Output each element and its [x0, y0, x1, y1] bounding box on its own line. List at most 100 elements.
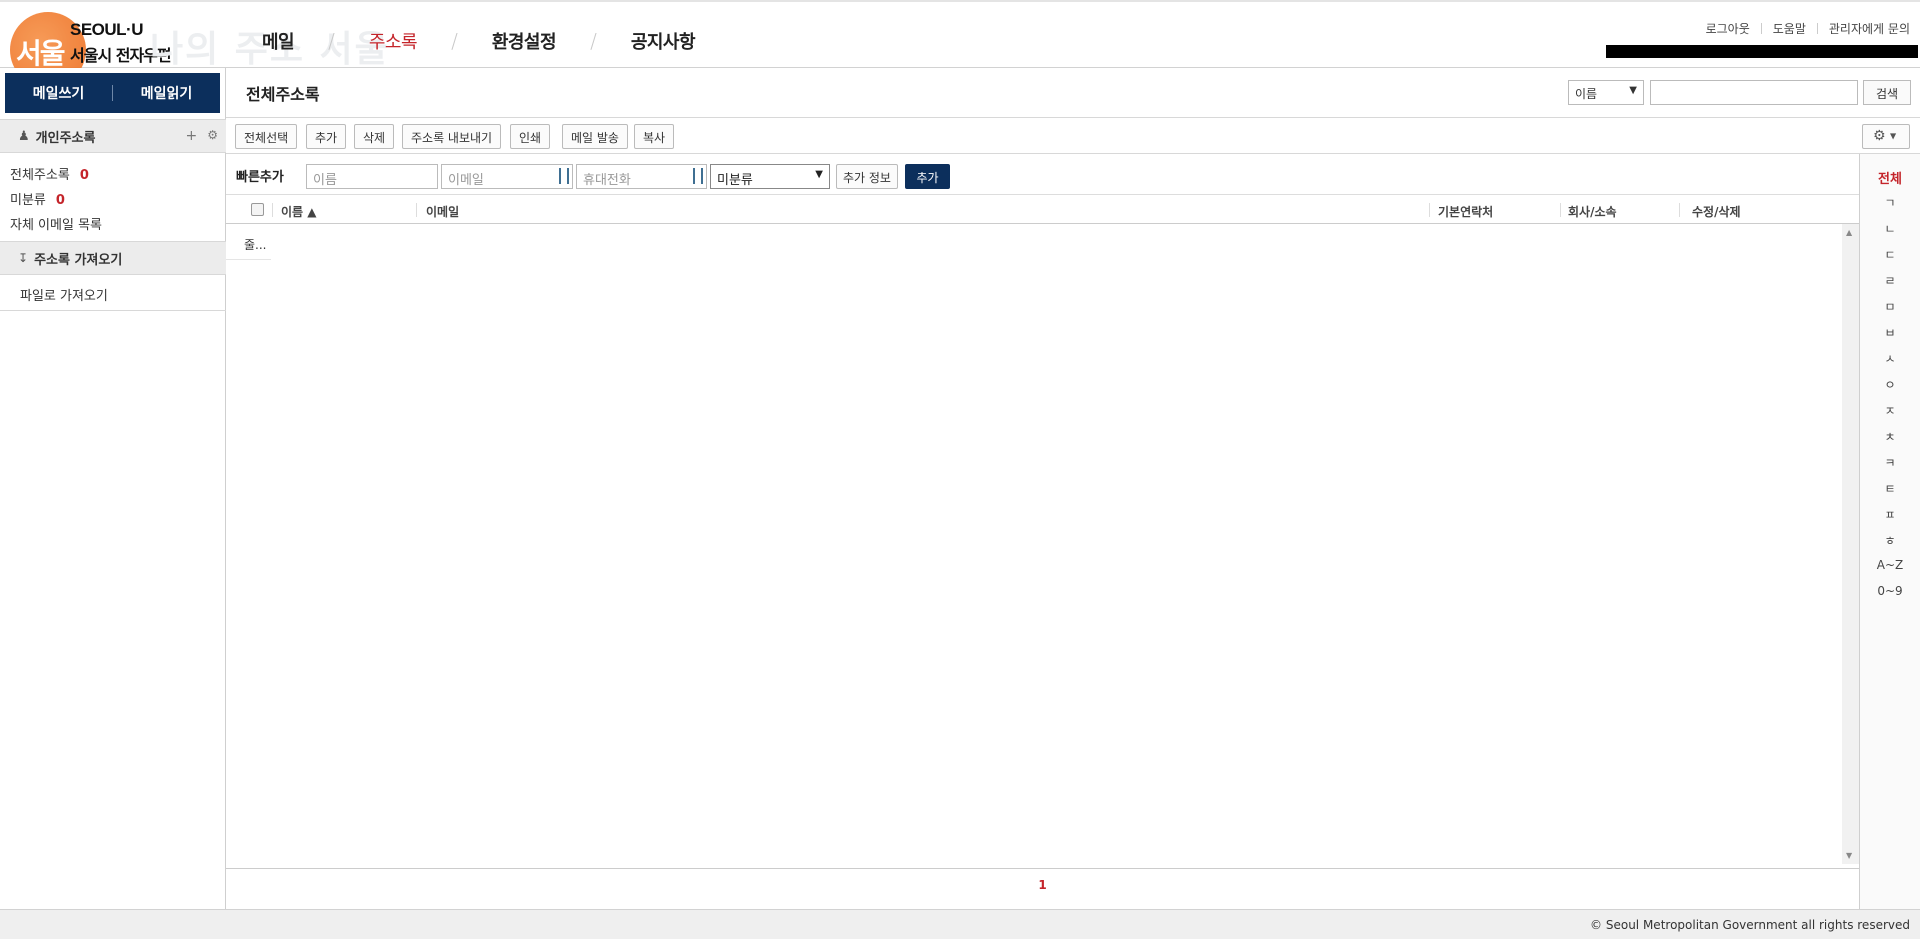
- select-all-checkbox[interactable]: [251, 203, 264, 216]
- quick-add-email-field[interactable]: 이메일: [441, 164, 573, 189]
- caret-down-icon: ▼: [815, 169, 823, 180]
- delete-button[interactable]: 삭제: [354, 124, 395, 149]
- logo-subtitle: 서울시 전자우편: [70, 46, 172, 65]
- column-name[interactable]: 이름 ▲: [281, 203, 317, 220]
- divider: [1816, 23, 1818, 34]
- picker-icon[interactable]: [693, 168, 703, 184]
- logout-link[interactable]: 로그아웃: [1706, 20, 1750, 37]
- column-company[interactable]: 회사/소속: [1568, 203, 1617, 220]
- column-edit: 수정/삭제: [1692, 205, 1741, 219]
- nav-mail[interactable]: 메일: [262, 28, 295, 54]
- main-content: 전체주소록 이름 ▼ 검색 전체선택 추가 삭제 주소록 내보내기 인쇄 메일 …: [226, 68, 1920, 909]
- scroll-up-icon[interactable]: ▲: [1846, 228, 1852, 237]
- write-mail-button[interactable]: 메일쓰기: [5, 83, 112, 103]
- divider: [226, 259, 271, 260]
- quick-add-label: 빠른추가: [236, 170, 284, 185]
- alphabet-index: 전체 ㄱ ㄴ ㄷ ㄹ ㅁ ㅂ ㅅ ㅇ ㅈ ㅊ ㅋ ㅌ ㅍ ㅎ A~Z 0~9: [1859, 154, 1920, 909]
- index-item[interactable]: ㅅ: [1860, 350, 1920, 367]
- index-item[interactable]: ㄱ: [1860, 194, 1920, 211]
- seoul-logo[interactable]: 서울 SEOUL·U 서울시 전자우편: [8, 12, 188, 88]
- help-link[interactable]: 도움말: [1773, 20, 1806, 37]
- scroll-down-icon[interactable]: ▼: [1846, 851, 1852, 860]
- send-mail-button[interactable]: 메일 발송: [562, 124, 628, 149]
- loading-indicator: 줄...: [244, 238, 267, 252]
- gear-icon[interactable]: ⚙: [207, 128, 218, 144]
- index-item[interactable]: ㅎ: [1860, 532, 1920, 549]
- index-item[interactable]: ㅇ: [1860, 376, 1920, 393]
- quick-add-group-select[interactable]: 미분류 ▼: [710, 164, 830, 189]
- nav-separator: /: [451, 29, 458, 53]
- contacts-table-header: 이름 ▲ 이메일 기본연락처 회사/소속 수정/삭제: [226, 194, 1859, 224]
- picker-icon[interactable]: [559, 168, 569, 184]
- quick-add-phone-field[interactable]: 휴대전화: [576, 164, 707, 189]
- index-item[interactable]: ㅌ: [1860, 480, 1920, 497]
- index-item[interactable]: ㅍ: [1860, 506, 1920, 523]
- print-button[interactable]: 인쇄: [510, 124, 551, 149]
- read-mail-button[interactable]: 메일읽기: [113, 83, 220, 103]
- nav-settings[interactable]: 환경설정: [492, 28, 557, 54]
- global-nav: 메일 / 주소록 / 환경설정 / 공지사항: [262, 28, 696, 54]
- count-badge: 0: [79, 168, 89, 183]
- more-info-button[interactable]: 추가 정보: [836, 164, 898, 189]
- page-number-current[interactable]: 1: [1038, 878, 1046, 892]
- caret-down-icon: ▼: [1629, 85, 1637, 96]
- caret-down-icon: ▼: [1890, 131, 1897, 141]
- divider: [0, 310, 226, 311]
- index-item[interactable]: ㄷ: [1860, 246, 1920, 263]
- index-item[interactable]: ㅂ: [1860, 324, 1920, 341]
- export-button[interactable]: 주소록 내보내기: [402, 124, 502, 149]
- divider: [1760, 23, 1762, 34]
- contact-admin-link[interactable]: 관리자에게 문의: [1829, 20, 1910, 37]
- select-all-button[interactable]: 전체선택: [235, 124, 298, 149]
- people-icon: ♟: [18, 128, 30, 144]
- nav-separator: /: [328, 29, 335, 53]
- search-input[interactable]: [1650, 80, 1858, 105]
- settings-dropdown-button[interactable]: ⚙ ▼: [1862, 124, 1910, 149]
- logo-wordmark: SEOUL·U: [70, 20, 144, 39]
- gear-icon: ⚙: [1873, 128, 1886, 144]
- sidebar-item-self-email-list[interactable]: 자체 이메일 목록: [10, 214, 102, 233]
- column-divider: [1560, 203, 1561, 217]
- footer: © Seoul Metropolitan Government all righ…: [0, 909, 1920, 939]
- search-button[interactable]: 검색: [1863, 80, 1911, 105]
- import-addressbook-title: 주소록 가져오기: [34, 252, 123, 268]
- index-item[interactable]: ㄴ: [1860, 220, 1920, 237]
- personal-addressbook-title: 개인주소록: [35, 130, 96, 146]
- index-item[interactable]: A~Z: [1860, 558, 1920, 572]
- index-all[interactable]: 전체: [1860, 168, 1920, 187]
- import-addressbook-header[interactable]: ↧ 주소록 가져오기: [0, 241, 226, 275]
- action-toolbar: 전체선택 추가 삭제 주소록 내보내기 인쇄 메일 발송 복사 ⚙ ▼: [226, 118, 1920, 154]
- index-item[interactable]: 0~9: [1860, 584, 1920, 598]
- vertical-scrollbar[interactable]: ▲ ▼: [1842, 224, 1859, 864]
- mail-buttons: 메일쓰기 메일읽기: [5, 73, 220, 113]
- import-from-file-link[interactable]: 파일로 가져오기: [20, 285, 108, 304]
- sidebar-item-all[interactable]: 전체주소록 0: [10, 164, 89, 183]
- nav-separator: /: [590, 29, 597, 53]
- column-divider: [1679, 203, 1680, 217]
- add-group-icon[interactable]: +: [186, 128, 198, 144]
- index-item[interactable]: ㅊ: [1860, 428, 1920, 445]
- index-item[interactable]: ㅋ: [1860, 454, 1920, 471]
- index-item[interactable]: ㅈ: [1860, 402, 1920, 419]
- column-divider: [1429, 203, 1430, 217]
- index-item[interactable]: ㅁ: [1860, 298, 1920, 315]
- quick-add-bar: 빠른추가 이름 이메일 휴대전화 미분류 ▼ 추가 정보 추가: [226, 154, 1859, 194]
- contacts-table-body: 줄...: [226, 224, 1842, 864]
- column-email[interactable]: 이메일: [426, 203, 459, 220]
- add-button[interactable]: 추가: [306, 124, 347, 149]
- quick-add-name-field[interactable]: 이름: [306, 164, 438, 189]
- nav-notice[interactable]: 공지사항: [631, 28, 696, 54]
- search-field-select[interactable]: 이름 ▼: [1568, 80, 1644, 105]
- column-contact[interactable]: 기본연락처: [1438, 203, 1493, 220]
- index-item[interactable]: ㄹ: [1860, 272, 1920, 289]
- sidebar-item-unclassified[interactable]: 미분류 0: [10, 189, 65, 208]
- redacted-user-info: [1606, 45, 1918, 58]
- sidebar: 메일쓰기 메일읽기 ♟ 개인주소록 + ⚙ 전체주소록 0 미분류 0 자체 이메일…: [0, 68, 226, 909]
- personal-addressbook-header[interactable]: ♟ 개인주소록 + ⚙: [0, 119, 226, 153]
- copy-button[interactable]: 복사: [634, 124, 675, 149]
- copyright-text: © Seoul Metropolitan Government all righ…: [1590, 918, 1910, 932]
- top-header: 서울 SEOUL·U 서울시 전자우편 나의 주소 서울 메일 / 주소록 / …: [0, 0, 1920, 88]
- column-divider: [272, 203, 273, 217]
- quick-add-submit-button[interactable]: 추가: [905, 164, 950, 189]
- nav-addressbook[interactable]: 주소록: [369, 28, 418, 54]
